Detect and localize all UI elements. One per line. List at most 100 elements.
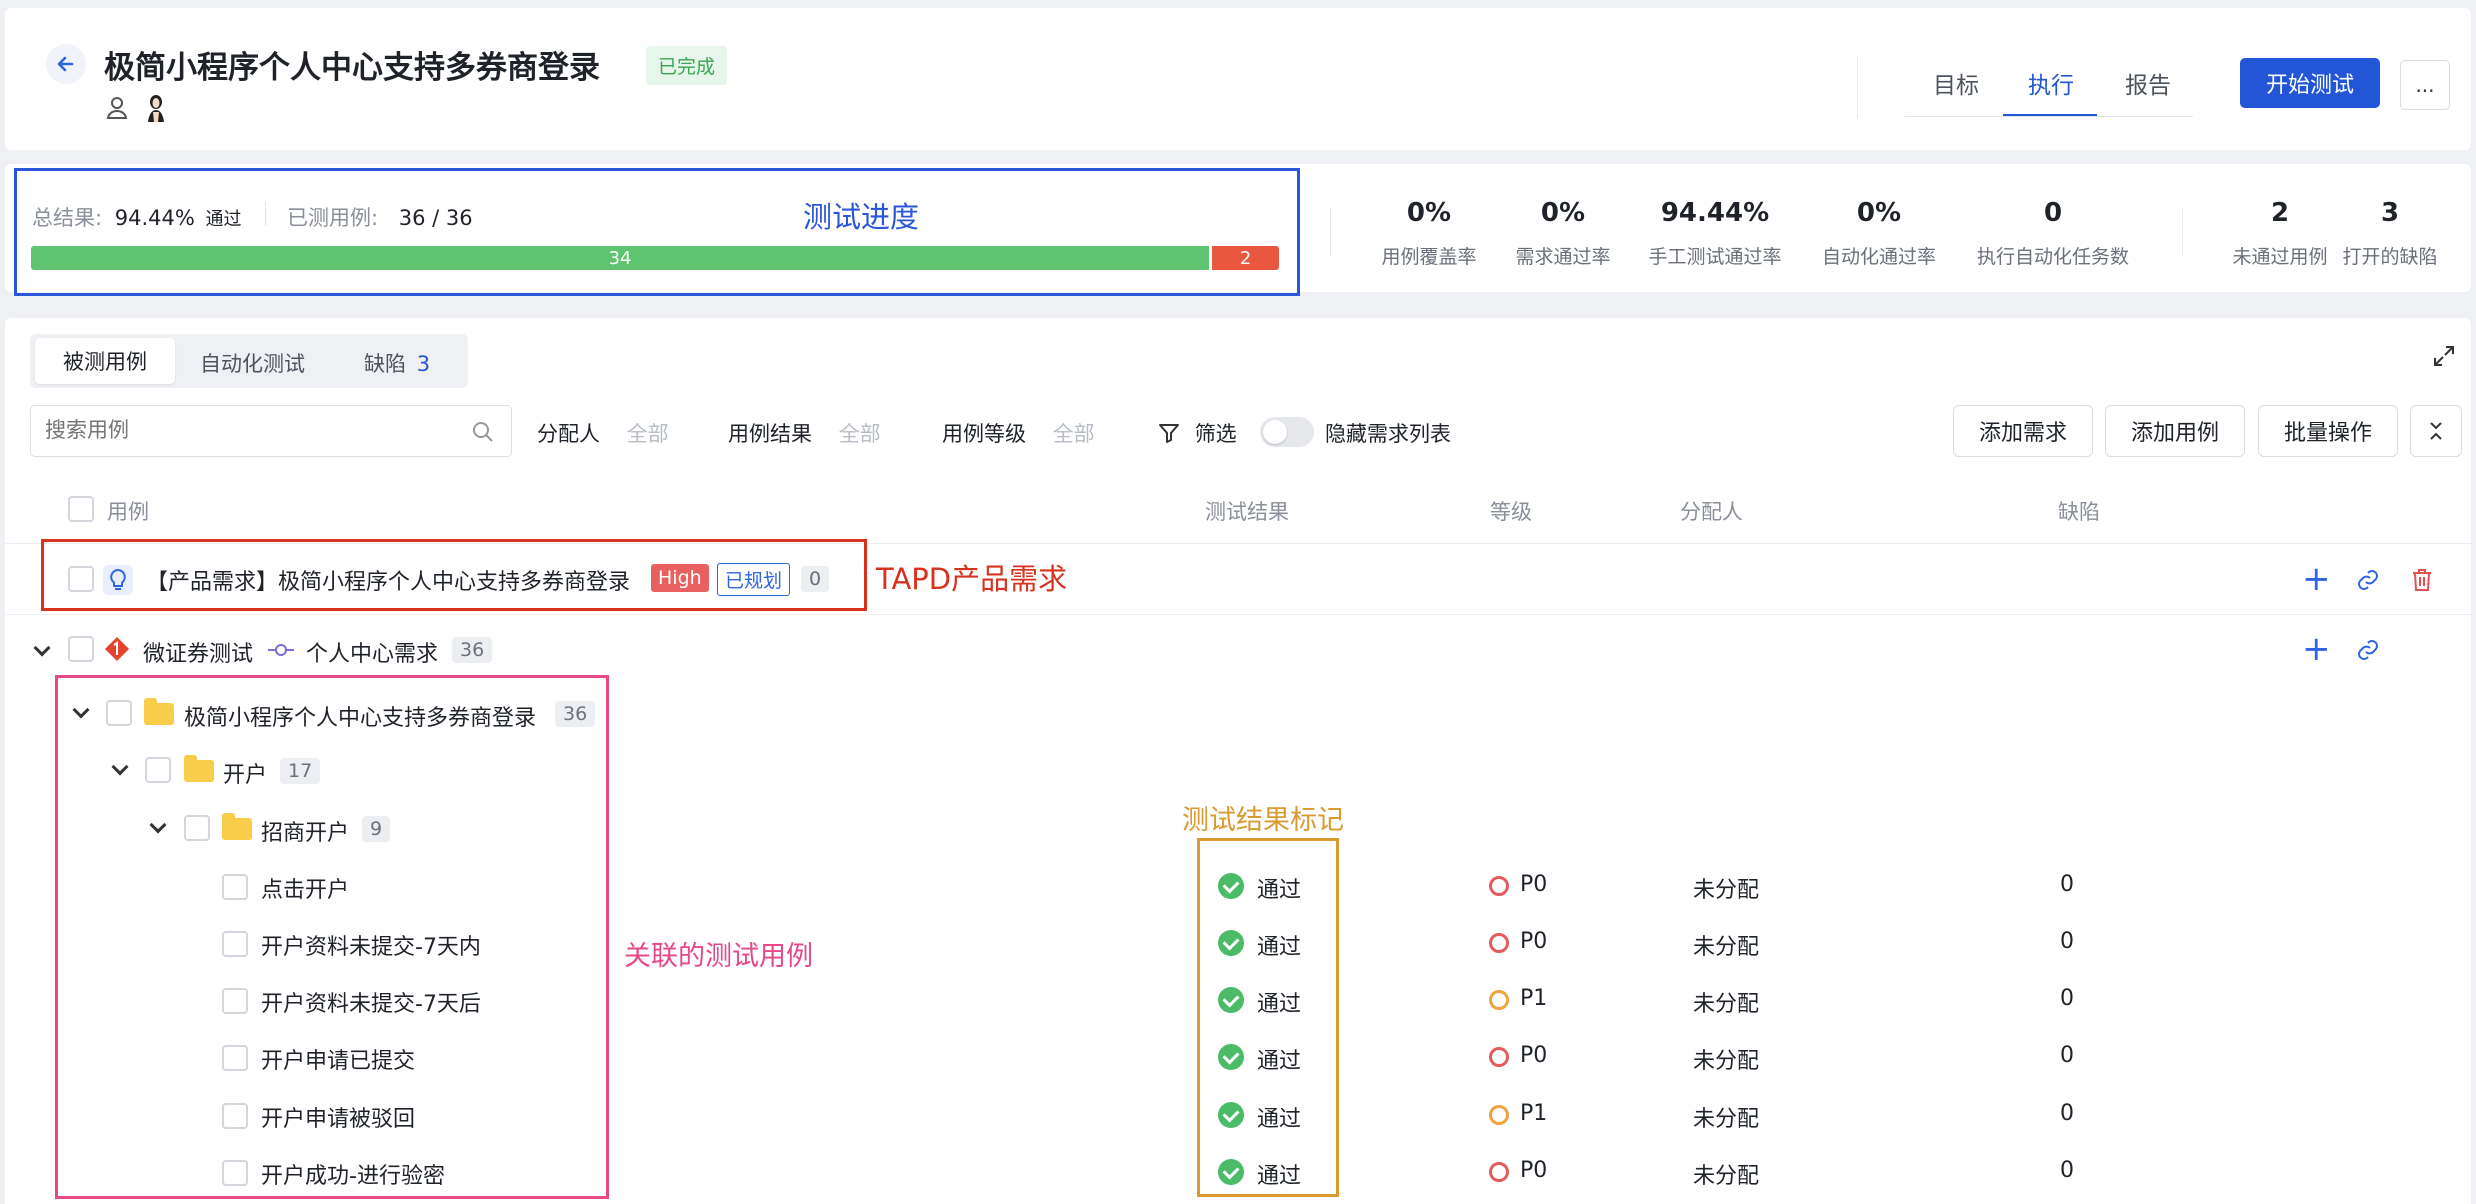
tab-goal[interactable]: 目标 bbox=[1933, 66, 1979, 100]
case-result[interactable]: 通过 bbox=[1257, 872, 1301, 904]
tested-cases-value: 36 / 36 bbox=[398, 206, 473, 230]
progress-bar-fail: 2 bbox=[1212, 246, 1279, 270]
case-assignee[interactable]: 未分配 bbox=[1693, 929, 1759, 961]
progress-bar-pass: 34 bbox=[31, 246, 1210, 270]
pass-check-icon bbox=[1218, 987, 1244, 1013]
requirement-title[interactable]: 【产品需求】极简小程序个人中心支持多券商登录 bbox=[146, 564, 630, 596]
tab-report[interactable]: 报告 bbox=[2125, 66, 2171, 100]
status-badge: 已完成 bbox=[646, 46, 728, 85]
add-requirement-button[interactable]: 添加需求 bbox=[1953, 405, 2093, 457]
case-level[interactable]: P1 bbox=[1520, 986, 1547, 1011]
case-defects: 0 bbox=[2060, 1043, 2074, 1068]
progress-annotation-label: 测试进度 bbox=[803, 200, 920, 234]
requirement-checkbox[interactable] bbox=[68, 566, 94, 592]
collapse-all-button[interactable] bbox=[2410, 405, 2462, 457]
case-level[interactable]: P0 bbox=[1520, 929, 1547, 954]
avatar[interactable] bbox=[142, 92, 170, 122]
page-title: 极简小程序个人中心支持多券商登录 bbox=[104, 50, 600, 86]
folder1-name: 极简小程序个人中心支持多券商登录 bbox=[184, 706, 537, 731]
case-name[interactable]: 开户申请已提交 bbox=[261, 1043, 415, 1075]
case-result[interactable]: 通过 bbox=[1257, 1101, 1301, 1133]
priority-p0-icon bbox=[1489, 1047, 1509, 1067]
start-test-button[interactable]: 开始测试 bbox=[2240, 58, 2380, 108]
case-checkbox[interactable] bbox=[222, 874, 248, 900]
case-defects: 0 bbox=[2060, 872, 2074, 897]
requirement-status-badge: 已规划 bbox=[717, 563, 791, 596]
case-level[interactable]: P0 bbox=[1520, 1043, 1547, 1068]
case-defects: 0 bbox=[2060, 1158, 2074, 1183]
case-level[interactable]: P1 bbox=[1520, 1101, 1547, 1126]
metric-value-auto-tasks: 0 bbox=[2043, 198, 2063, 228]
tab-tested-cases-label: 被测用例 bbox=[63, 350, 147, 374]
case-result[interactable]: 通过 bbox=[1257, 1158, 1301, 1190]
group-checkbox[interactable] bbox=[68, 636, 94, 662]
priority-p0-icon bbox=[1489, 933, 1509, 953]
case-level[interactable]: P0 bbox=[1520, 872, 1547, 897]
link-icon[interactable] bbox=[2356, 568, 2380, 592]
tab-tested-cases[interactable]: 被测用例 bbox=[35, 338, 175, 384]
folder3-checkbox[interactable] bbox=[184, 815, 210, 841]
expand-icon[interactable] bbox=[2432, 344, 2456, 368]
tab-defects-count: 3 bbox=[416, 352, 431, 376]
group-add-icon[interactable]: + bbox=[2302, 632, 2331, 666]
case-assignee[interactable]: 未分配 bbox=[1693, 1158, 1759, 1190]
add-icon[interactable]: + bbox=[2302, 562, 2331, 596]
assignee-filter[interactable]: 分配人 全部 bbox=[537, 418, 669, 448]
result-filter[interactable]: 用例结果 全部 bbox=[728, 418, 881, 448]
case-result[interactable]: 通过 bbox=[1257, 1043, 1301, 1075]
case-name[interactable]: 开户资料未提交-7天后 bbox=[261, 986, 481, 1018]
case-checkbox[interactable] bbox=[222, 988, 248, 1014]
case-assignee[interactable]: 未分配 bbox=[1693, 872, 1759, 904]
hide-req-label: 隐藏需求列表 bbox=[1325, 422, 1451, 446]
hide-req-toggle[interactable] bbox=[1260, 417, 1314, 447]
case-assignee[interactable]: 未分配 bbox=[1693, 1101, 1759, 1133]
level-filter[interactable]: 用例等级 全部 bbox=[942, 418, 1095, 448]
search-icon[interactable] bbox=[471, 420, 495, 444]
tab-baseline bbox=[1905, 116, 2193, 117]
result-filter-value: 全部 bbox=[838, 422, 881, 446]
case-assignee[interactable]: 未分配 bbox=[1693, 986, 1759, 1018]
select-all-checkbox[interactable] bbox=[68, 496, 94, 522]
case-defects: 0 bbox=[2060, 986, 2074, 1011]
case-checkbox[interactable] bbox=[222, 931, 248, 957]
case-checkbox[interactable] bbox=[222, 1103, 248, 1129]
tab-automation[interactable]: 自动化测试 bbox=[200, 348, 305, 378]
metric-label-auto-tasks: 执行自动化任务数 bbox=[1976, 246, 2129, 268]
case-checkbox[interactable] bbox=[222, 1045, 248, 1071]
priority-p1-icon bbox=[1489, 990, 1509, 1010]
delete-icon[interactable] bbox=[2410, 567, 2434, 593]
case-checkbox[interactable] bbox=[222, 1160, 248, 1186]
header-level: 等级 bbox=[1490, 500, 1532, 524]
case-name[interactable]: 开户成功-进行验密 bbox=[261, 1158, 445, 1190]
search-input[interactable] bbox=[30, 405, 512, 457]
folder1-checkbox[interactable] bbox=[106, 700, 132, 726]
folder1-count: 36 bbox=[555, 701, 596, 727]
add-case-button[interactable]: 添加用例 bbox=[2105, 405, 2245, 457]
folder2-checkbox[interactable] bbox=[145, 757, 171, 783]
group-count: 36 bbox=[452, 637, 493, 663]
header-defect: 缺陷 bbox=[2058, 500, 2100, 524]
search-input-field[interactable] bbox=[31, 406, 451, 454]
progress-fail-count: 2 bbox=[1239, 247, 1252, 269]
case-defects: 0 bbox=[2060, 1101, 2074, 1126]
case-defects: 0 bbox=[2060, 929, 2074, 954]
filter-button[interactable]: 筛选 bbox=[1158, 418, 1237, 448]
folder2-name: 开户 bbox=[223, 763, 268, 788]
avatar-icon bbox=[148, 95, 164, 122]
case-result[interactable]: 通过 bbox=[1257, 986, 1301, 1018]
group-link-icon[interactable] bbox=[2356, 638, 2380, 662]
case-result[interactable]: 通过 bbox=[1257, 929, 1301, 961]
batch-operation-button[interactable]: 批量操作 bbox=[2258, 405, 2398, 457]
tab-execute[interactable]: 执行 bbox=[2028, 66, 2074, 100]
tested-cases: 已测用例: 36 / 36 bbox=[287, 202, 473, 232]
case-name[interactable]: 开户资料未提交-7天内 bbox=[261, 929, 481, 961]
case-level[interactable]: P0 bbox=[1520, 1158, 1547, 1183]
tab-defects[interactable]: 缺陷 3 bbox=[364, 348, 430, 378]
header-case: 用例 bbox=[107, 500, 149, 524]
back-button[interactable] bbox=[46, 44, 86, 84]
more-button[interactable]: ... bbox=[2400, 60, 2450, 110]
case-name[interactable]: 开户申请被驳回 bbox=[261, 1101, 415, 1133]
case-name[interactable]: 点击开户 bbox=[261, 872, 349, 904]
case-assignee[interactable]: 未分配 bbox=[1693, 1043, 1759, 1075]
filter-icon bbox=[1159, 424, 1179, 443]
